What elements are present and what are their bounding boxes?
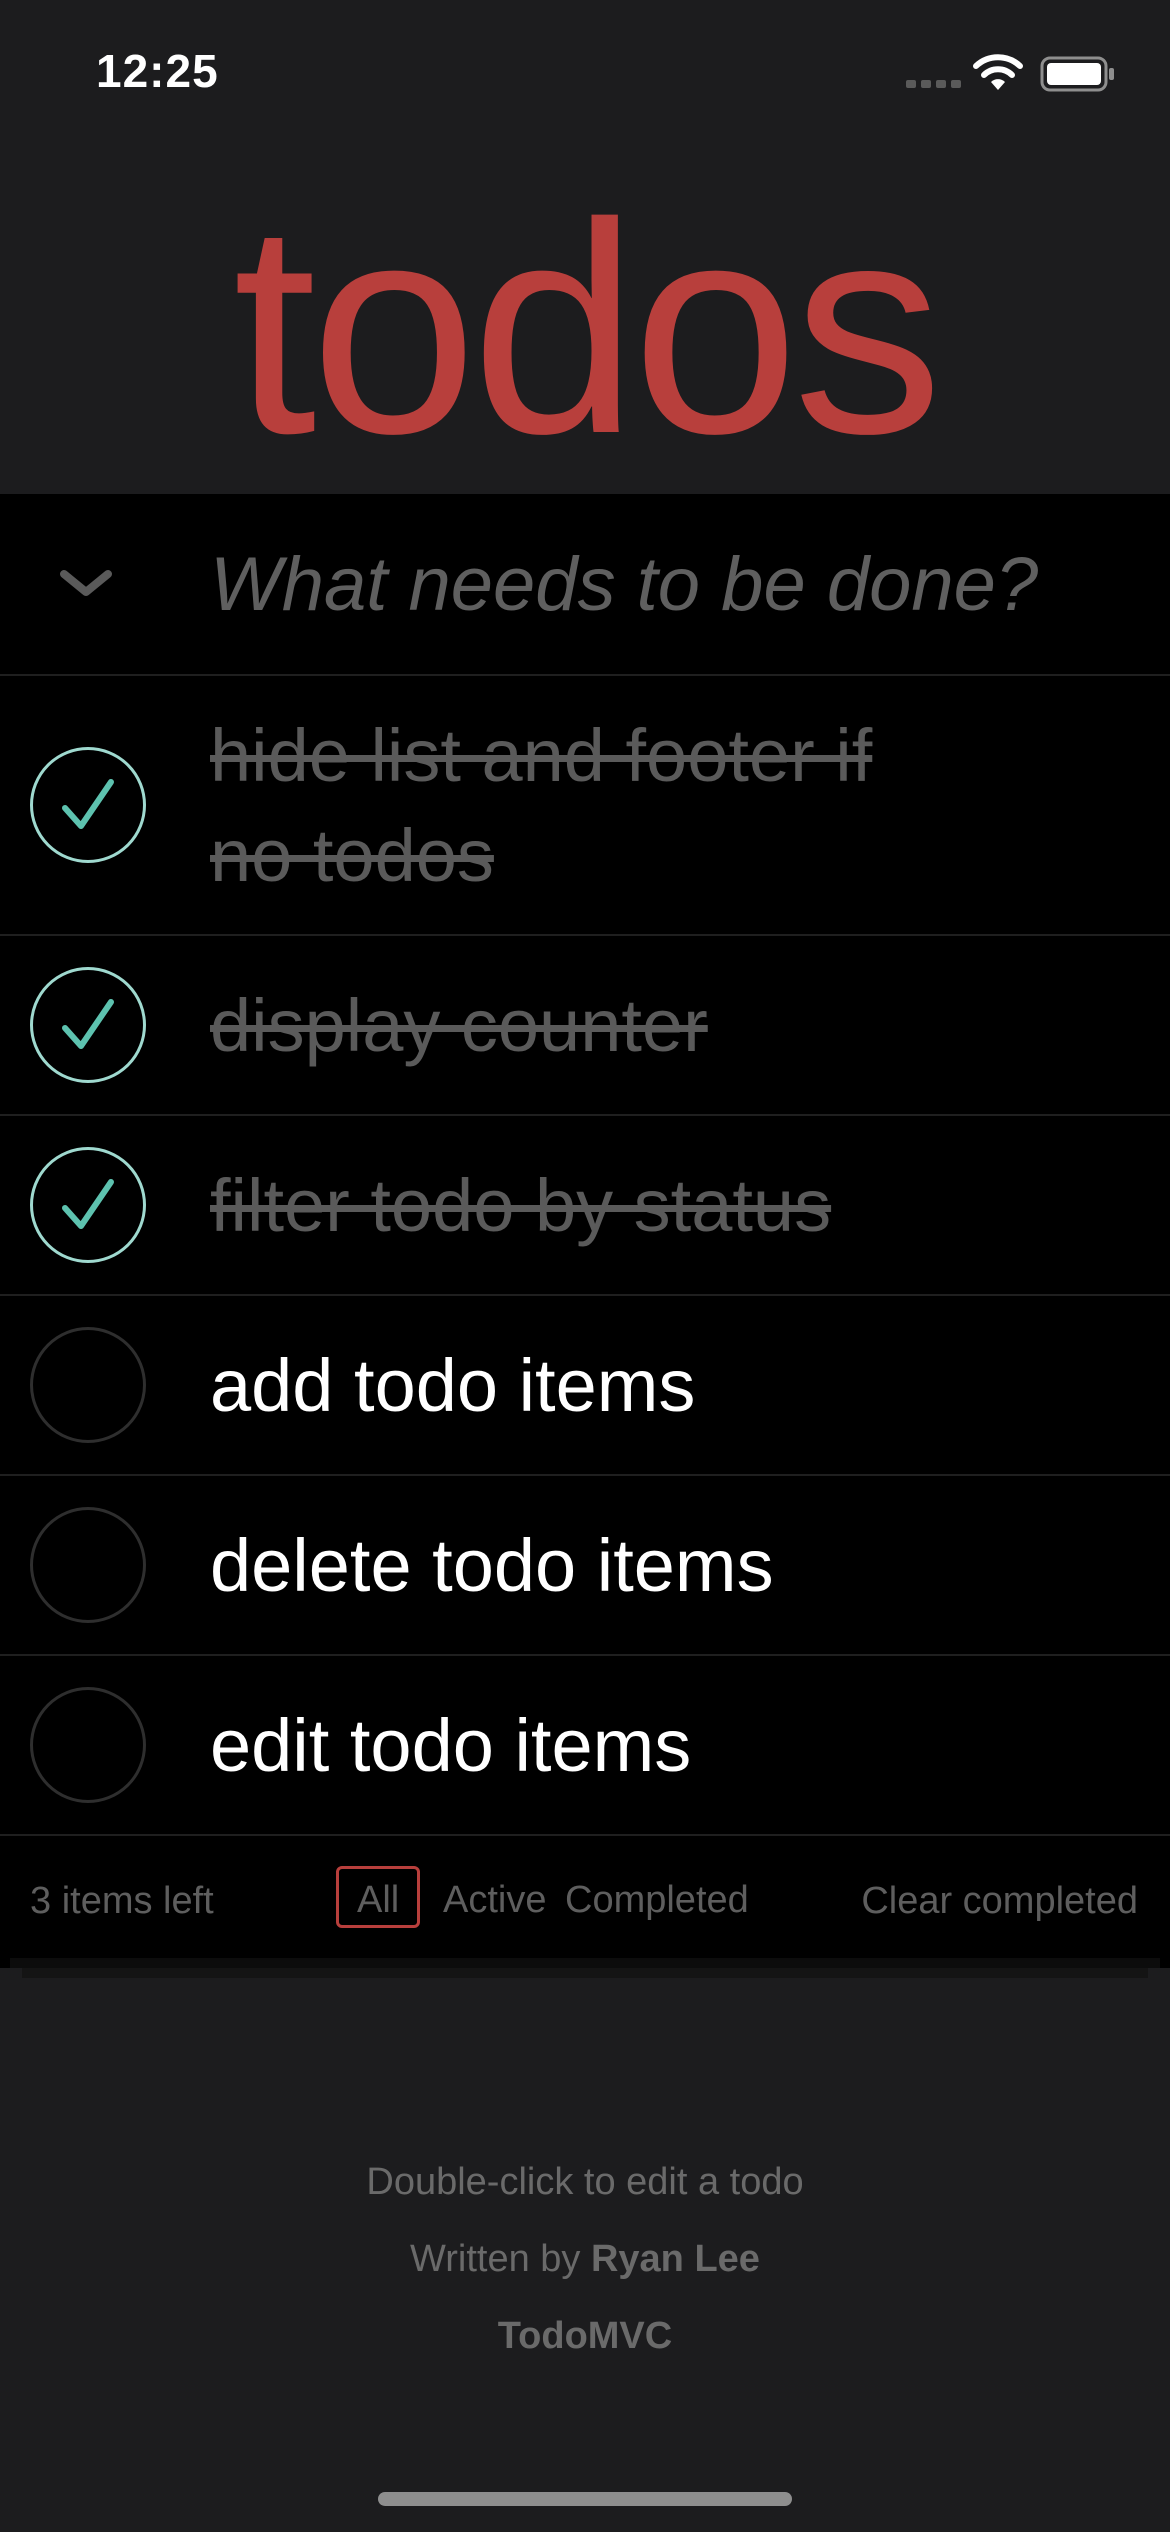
status-time: 12:25: [96, 45, 219, 97]
todo-toggle[interactable]: [30, 747, 146, 863]
filter-all[interactable]: All: [336, 1866, 421, 1928]
todo-item[interactable]: add todo items: [0, 1296, 1170, 1476]
project-link[interactable]: TodoMVC: [498, 2315, 672, 2357]
todo-item[interactable]: delete todo items: [0, 1476, 1170, 1656]
todo-label[interactable]: edit todo items: [210, 1696, 970, 1796]
todo-toggle[interactable]: [30, 1687, 146, 1803]
author-link[interactable]: Ryan Lee: [591, 2238, 760, 2280]
check-icon: [62, 999, 114, 1049]
project-link-line: TodoMVC: [0, 2314, 1170, 2391]
new-todo-input[interactable]: [210, 524, 1130, 644]
todo-toggle[interactable]: [30, 1327, 146, 1443]
items-left-count: 3 items left: [30, 1880, 214, 1922]
app-title: todos: [233, 160, 943, 496]
info-footer: Double-click to edit a todo Written by R…: [0, 2160, 1170, 2391]
todo-label[interactable]: filter todo by status: [210, 1156, 970, 1256]
todo-toggle[interactable]: [30, 1507, 146, 1623]
filter-completed[interactable]: Completed: [544, 1866, 770, 1928]
edit-hint: Double-click to edit a todo: [366, 2161, 804, 2203]
cellular-icon: [906, 80, 961, 88]
todo-toggle[interactable]: [30, 1147, 146, 1263]
check-icon: [62, 1179, 114, 1229]
todo-label[interactable]: hide list and footer if no todos: [210, 706, 970, 906]
check-icon: [62, 779, 114, 829]
card-stack-shadow: [22, 1968, 1148, 1978]
todo-label[interactable]: add todo items: [210, 1336, 970, 1436]
battery-icon: [1040, 56, 1114, 92]
todo-label[interactable]: display counter: [210, 976, 970, 1076]
wifi-icon: [973, 54, 1023, 90]
todo-list: hide list and footer if no todos display…: [0, 676, 1170, 1836]
new-todo-row: [0, 494, 1170, 676]
todo-footer: 3 items left All Active Completed Clear …: [0, 1836, 1170, 1968]
todo-item[interactable]: edit todo items: [0, 1656, 1170, 1836]
status-bar: 12:25: [0, 0, 1170, 140]
clear-completed-button[interactable]: Clear completed: [861, 1880, 1138, 1923]
credits-line: Written by Ryan Lee: [0, 2237, 1170, 2314]
todo-item[interactable]: display counter: [0, 936, 1170, 1116]
todo-item[interactable]: hide list and footer if no todos: [0, 676, 1170, 936]
todo-toggle[interactable]: [30, 967, 146, 1083]
credits-prefix: Written by: [410, 2238, 581, 2280]
todo-card: hide list and footer if no todos display…: [0, 494, 1170, 1968]
todo-item[interactable]: filter todo by status: [0, 1116, 1170, 1296]
card-stack-shadow: [10, 1958, 1160, 1968]
home-indicator[interactable]: [378, 2492, 792, 2506]
chevron-down-icon[interactable]: [56, 554, 116, 614]
todo-label[interactable]: delete todo items: [210, 1516, 970, 1616]
